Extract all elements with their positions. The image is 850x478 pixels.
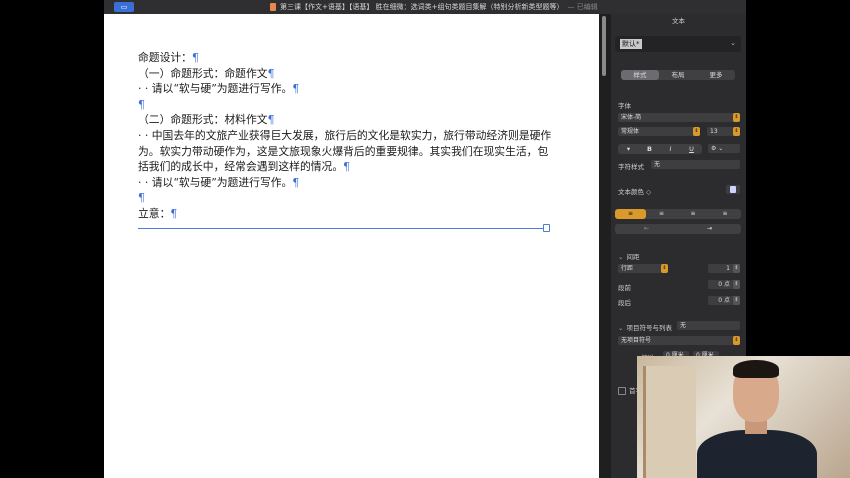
stepper-icon: ⇕ (733, 336, 740, 345)
stepper-icon: ⇕ (693, 127, 700, 136)
paragraph-4[interactable]: ¶ (138, 97, 558, 113)
title-bar: ▭ 第三课【作文+语基】【语基】 胜在细微：选词类+组句类题目集解（特别分析新类… (104, 0, 746, 14)
webcam-overlay (637, 356, 850, 478)
presenter-hair (733, 360, 779, 378)
stepper-icon: ⇕ (733, 296, 740, 305)
pilcrow-mark: ¶ (138, 97, 145, 111)
line-spacing-field[interactable]: 1 ⇕ (708, 264, 740, 273)
char-style-select[interactable]: 无 (651, 160, 740, 169)
paragraph-style-name: 默认* (620, 39, 642, 49)
paragraph-8[interactable]: ¶ (138, 190, 558, 206)
paragraph-style-select[interactable]: 默认* ⌄ (615, 36, 741, 52)
font-size-field[interactable]: 13 ⇕ (707, 127, 740, 136)
stepper-icon: ⇕ (733, 280, 740, 289)
edited-status: — 已编辑 (567, 3, 598, 11)
tab-style[interactable]: 样式 (621, 70, 659, 80)
options-button[interactable]: ▾ (618, 144, 639, 154)
align-center-button[interactable]: ≡ (646, 209, 677, 219)
char-style-label: 字符样式 (618, 163, 644, 171)
background-door (643, 366, 696, 478)
bullet-style-select[interactable]: 无项目符号 ⇕ (618, 336, 740, 345)
horizontal-rule (138, 228, 546, 229)
checkbox[interactable] (618, 387, 626, 395)
window-title-text: 第三课【作文+语基】【语基】 胜在细微：选词类+组句类题目集解（特别分析新类型题… (280, 3, 564, 11)
stepper-icon: ⇕ (733, 264, 740, 273)
space-after-field[interactable]: 0 点 ⇕ (708, 296, 740, 305)
text-format-buttons: ▾ B I U (618, 144, 702, 154)
scrollbar-thumb[interactable] (602, 16, 606, 76)
align-right-button[interactable]: ≡ (677, 209, 709, 219)
paragraph-5[interactable]: （二）命题形式：材料作文¶ (138, 112, 558, 128)
tab-more[interactable]: 更多 (697, 70, 735, 80)
paragraph-3[interactable]: · · 请以“软与硬”为题进行写作。¶ (138, 81, 558, 97)
space-after-label: 段后 (618, 299, 631, 307)
increase-indent-button[interactable]: ⇥ (678, 224, 741, 234)
decrease-indent-button[interactable]: ⇤ (615, 224, 678, 234)
pilcrow-mark: ¶ (292, 82, 300, 96)
paragraph-7[interactable]: · · 请以“软与硬”为题进行写作。¶ (138, 175, 558, 191)
pilcrow-mark: ¶ (138, 191, 145, 205)
document-body[interactable]: 命题设计：¶ （一）命题形式：命题作文¶ · · 请以“软与硬”为题进行写作。¶… (138, 50, 558, 222)
document-icon (270, 3, 276, 11)
window-title: 第三课【作文+语基】【语基】 胜在细微：选词类+组句类题目集解（特别分析新类型题… (280, 0, 598, 14)
inspector-title: 文本 (672, 17, 685, 25)
sidebar-icon[interactable]: ▭ (114, 2, 134, 12)
inspector-tabs: 样式 布局 更多 (621, 70, 735, 80)
space-before-field[interactable]: 0 点 ⇕ (708, 280, 740, 289)
pilcrow-mark: ¶ (170, 206, 178, 220)
chevron-down-icon: ⌄ (618, 253, 624, 261)
pilcrow-mark: ¶ (267, 113, 275, 127)
italic-button[interactable]: I (660, 144, 681, 154)
space-before-label: 段前 (618, 284, 631, 292)
tab-layout[interactable]: 布局 (659, 70, 697, 80)
presenter-body (697, 430, 817, 478)
font-style-select[interactable]: 常规体 ⇕ (618, 127, 700, 136)
chevron-down-icon: ⌄ (730, 39, 736, 47)
text-color-label: 文本颜色 ◇ (618, 188, 652, 196)
text-options-button[interactable]: ⚙ ⌄ (708, 144, 740, 153)
chevron-down-icon: ⌄ (618, 324, 624, 332)
stepper-icon: ⇕ (733, 127, 740, 136)
paragraph-2[interactable]: （一）命题形式：命题作文¶ (138, 66, 558, 82)
pilcrow-mark: ¶ (292, 175, 300, 189)
scrollbar-track[interactable] (599, 14, 611, 478)
document-page[interactable]: 命题设计：¶ （一）命题形式：命题作文¶ · · 请以“软与硬”为题进行写作。¶… (104, 14, 599, 478)
page-break-icon (543, 224, 550, 232)
text-color-swatch[interactable] (726, 185, 740, 194)
paragraph-1[interactable]: 命题设计：¶ (138, 50, 558, 66)
justify-button[interactable]: ≡ (709, 209, 741, 219)
paragraph-6[interactable]: · · 中国去年的文旅产业获得巨大发展，旅行后的文化是软实力，旅行带动经济则是硬… (138, 128, 558, 175)
stepper-icon: ⇕ (661, 264, 668, 273)
spacing-section[interactable]: ⌄ 间距 (618, 251, 639, 261)
bold-button[interactable]: B (639, 144, 660, 154)
bullets-section[interactable]: ⌄ 项目符号与列表 (618, 322, 672, 332)
align-left-button[interactable]: ≡ (615, 209, 646, 219)
bullets-select[interactable]: 无 (677, 321, 740, 330)
paragraph-9[interactable]: 立意：¶ (138, 206, 558, 222)
font-label: 字体 (618, 102, 631, 110)
font-family-select[interactable]: 宋体-简 ⇕ (618, 113, 740, 122)
line-spacing-mode-select[interactable]: 行距 ⇕ (618, 264, 668, 273)
underline-button[interactable]: U (681, 144, 702, 154)
indent-buttons: ⇤ ⇥ (615, 224, 741, 234)
pilcrow-mark: ¶ (267, 66, 275, 80)
alignment-buttons: ≡ ≡ ≡ ≡ (615, 209, 741, 219)
pilcrow-mark: ¶ (343, 160, 351, 174)
pilcrow-mark: ¶ (191, 51, 199, 64)
stepper-icon: ⇕ (733, 113, 740, 122)
